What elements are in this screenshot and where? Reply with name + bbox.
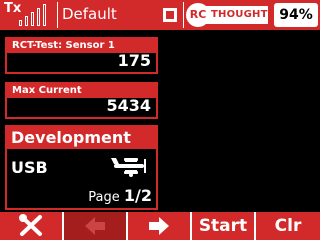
max-current-value: 5434 xyxy=(106,96,151,115)
top-status-bar: Tx Default THOUGHTS RC 94% xyxy=(0,0,320,30)
arrow-left-icon xyxy=(85,217,105,235)
record-icon xyxy=(163,8,177,22)
start-button[interactable]: Start xyxy=(192,212,254,240)
bottom-toolbar: Start Clr xyxy=(0,212,320,240)
rc-thoughts-logo: THOUGHTS RC xyxy=(186,3,275,27)
signal-bars-icon xyxy=(19,4,51,26)
sensor-card: RCT-Test: Sensor 1 175 xyxy=(5,37,158,74)
page-value: 1/2 xyxy=(123,186,152,205)
clear-button[interactable]: Clr xyxy=(256,212,320,240)
page-label: Page xyxy=(88,190,120,205)
logo-word: THOUGHTS xyxy=(206,6,275,24)
divider xyxy=(183,2,184,28)
model-panel: Development USB Page 1/2 xyxy=(5,125,158,210)
wrench-screwdriver-icon xyxy=(19,214,42,236)
panel-title: Development xyxy=(7,127,156,149)
model-name[interactable]: Default xyxy=(62,5,117,23)
logo-rc: RC xyxy=(186,3,210,27)
airplane-icon xyxy=(111,158,146,177)
max-current-card: Max Current 5434 xyxy=(5,82,158,119)
settings-button[interactable] xyxy=(0,212,62,240)
prev-button[interactable] xyxy=(64,212,126,240)
arrow-right-icon xyxy=(149,217,169,235)
next-button[interactable] xyxy=(128,212,190,240)
connection-label: USB xyxy=(11,158,48,177)
battery-indicator: 94% xyxy=(274,3,318,27)
page-indicator: Page 1/2 xyxy=(88,186,152,205)
divider xyxy=(57,2,58,28)
sensor-value: 175 xyxy=(117,51,151,70)
